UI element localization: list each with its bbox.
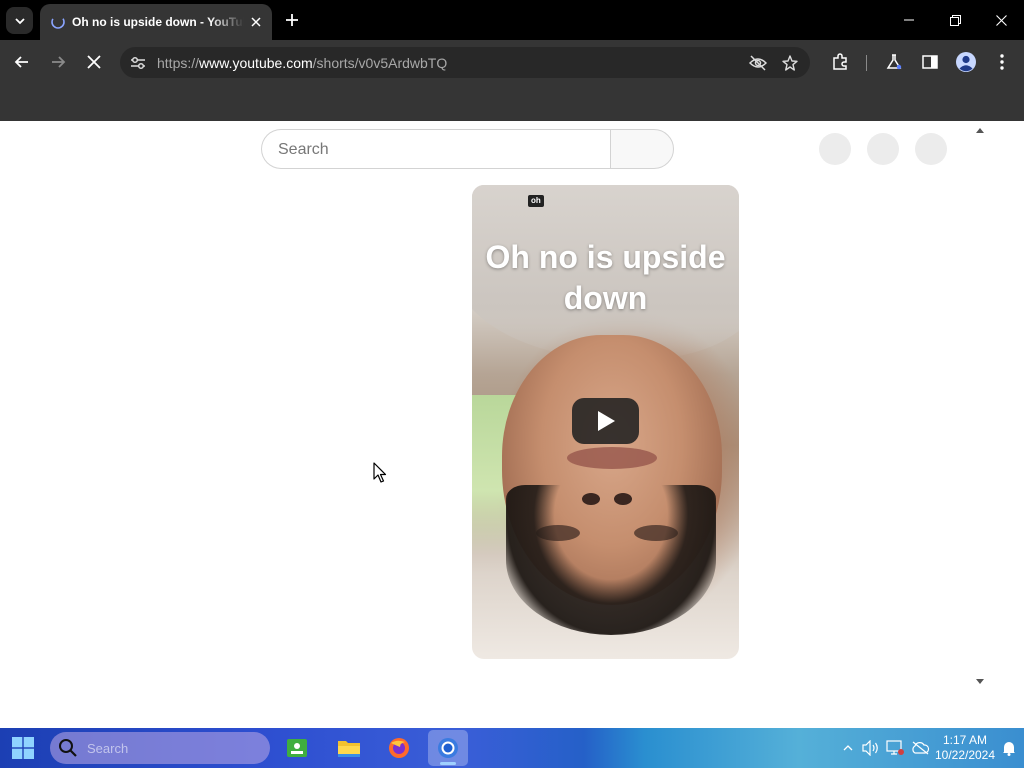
taskbar-app-file-explorer[interactable]	[329, 730, 369, 766]
search-button[interactable]	[610, 129, 674, 169]
url-text: https://www.youtube.com/shorts/v0v5Ardwb…	[157, 55, 447, 71]
search-input[interactable]	[278, 139, 598, 161]
forward-button[interactable]	[44, 48, 72, 76]
kebab-menu-icon	[1000, 54, 1004, 70]
search-box	[261, 129, 611, 169]
tracking-protection-button[interactable]	[746, 51, 770, 75]
browser-menu-button[interactable]	[988, 48, 1016, 76]
scroll-down-arrow[interactable]	[975, 676, 985, 686]
search-icon	[59, 739, 77, 757]
taskbar-app-chrome[interactable]	[428, 730, 468, 766]
side-panel-button[interactable]	[916, 48, 944, 76]
show-hidden-icons-button[interactable]	[838, 738, 858, 758]
minimize-icon	[904, 19, 914, 21]
play-button[interactable]	[572, 398, 639, 444]
short-video-player[interactable]: oh Oh no is upside down	[472, 185, 739, 659]
taskbar-app-green[interactable]	[277, 730, 317, 766]
url-prefix: https://	[157, 55, 200, 71]
video-beard	[506, 485, 716, 635]
play-icon	[597, 411, 615, 431]
onedrive-icon	[912, 741, 930, 755]
extensions-icon	[833, 53, 847, 70]
address-bar[interactable]: https://www.youtube.com/shorts/v0v5Ardwb…	[120, 47, 810, 78]
eye-off-icon	[749, 55, 767, 71]
green-app-icon	[287, 739, 307, 757]
forward-arrow-icon	[52, 56, 66, 68]
labs-flask-icon	[886, 54, 902, 70]
header-action-placeholder-2[interactable]	[867, 133, 899, 165]
start-button[interactable]	[9, 734, 37, 762]
plus-icon	[286, 14, 298, 26]
site-settings-icon	[131, 56, 145, 70]
windows-start-icon	[12, 737, 34, 759]
close-icon	[251, 17, 261, 27]
stop-loading-button[interactable]	[80, 48, 108, 76]
video-mouth	[567, 447, 657, 469]
profile-button[interactable]	[952, 48, 980, 76]
network-icon	[886, 740, 904, 755]
taskbar-clock[interactable]: 1:17 AM 10/22/2024	[934, 733, 996, 763]
bookmark-button[interactable]	[778, 51, 802, 75]
taskbar-search[interactable]: Search	[50, 732, 270, 764]
url-path: /shorts/v0v5ArdwbTQ	[312, 55, 448, 71]
page-content: oh Oh no is upside down	[0, 121, 1024, 728]
site-info-button[interactable]	[126, 51, 150, 75]
chevron-down-icon	[14, 17, 25, 24]
active-tab[interactable]: Oh no is upside down - YouTube	[40, 4, 272, 40]
back-button[interactable]	[8, 48, 36, 76]
triangle-up-icon	[976, 127, 984, 133]
chevron-up-icon	[843, 745, 853, 751]
clock-date: 10/22/2024	[934, 748, 996, 762]
new-tab-button[interactable]	[280, 8, 304, 32]
speaker-icon	[862, 740, 878, 756]
browser-toolbar: https://www.youtube.com/shorts/v0v5Ardwb…	[0, 40, 1024, 85]
bookmarks-bar	[0, 85, 1024, 121]
tab-search-button[interactable]	[6, 7, 33, 34]
taskbar-search-placeholder: Search	[87, 741, 129, 756]
clock-time: 1:17 AM	[942, 733, 988, 747]
firefox-icon	[389, 738, 409, 758]
avatar-placeholder[interactable]	[915, 133, 947, 165]
taskbar-app-firefox[interactable]	[379, 730, 419, 766]
close-window-button[interactable]	[985, 6, 1017, 34]
onedrive-button[interactable]	[910, 738, 930, 758]
profile-icon	[956, 52, 976, 72]
volume-button[interactable]	[861, 738, 881, 758]
url-host: www.youtube.com	[199, 55, 313, 71]
close-icon	[995, 14, 1007, 26]
chrome-icon	[438, 738, 458, 758]
header-action-placeholder-1[interactable]	[819, 133, 851, 165]
notifications-button[interactable]	[999, 738, 1019, 758]
triangle-down-icon	[976, 678, 984, 684]
back-arrow-icon	[14, 56, 28, 68]
bell-icon	[1003, 742, 1015, 756]
video-caption: Oh no is upside down	[485, 239, 726, 316]
file-explorer-icon	[338, 741, 360, 757]
tab-close-button[interactable]	[246, 12, 266, 32]
tab-title: Oh no is upside down - YouTube	[72, 15, 244, 29]
stop-loading-icon	[87, 55, 101, 69]
network-button[interactable]	[885, 738, 905, 758]
mouse-cursor-icon	[373, 462, 387, 483]
youtube-favicon	[51, 15, 65, 29]
tab-strip: Oh no is upside down - YouTube	[0, 0, 1024, 40]
star-icon	[782, 55, 798, 71]
extensions-button[interactable]	[826, 48, 854, 76]
minimize-button[interactable]	[893, 6, 925, 34]
toolbar-separator	[866, 55, 867, 71]
restore-icon	[949, 14, 961, 26]
taskbar: Search 1:17 AM 10/22/2024	[0, 728, 1024, 768]
scroll-up-arrow[interactable]	[975, 125, 985, 135]
labs-button[interactable]	[880, 48, 908, 76]
video-chip-label: oh	[528, 195, 544, 207]
restore-button[interactable]	[939, 6, 971, 34]
side-panel-icon	[922, 55, 938, 69]
